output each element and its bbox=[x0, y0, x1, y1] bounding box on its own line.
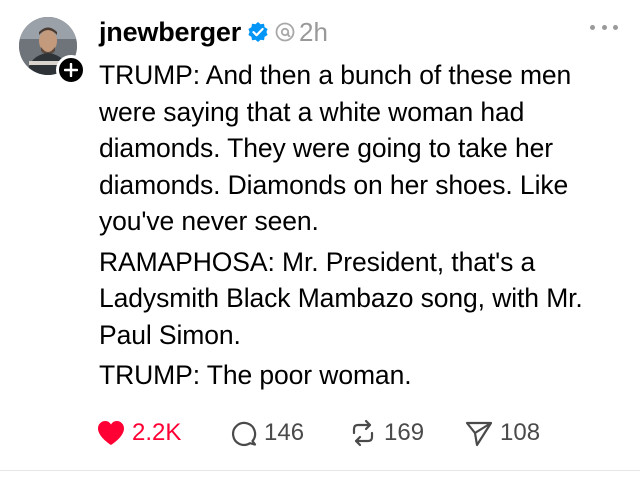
post-header: jnewberger 2h bbox=[99, 15, 328, 49]
post-paragraph: TRUMP: And then a bunch of these men wer… bbox=[99, 60, 572, 236]
share-button[interactable]: 108 bbox=[464, 419, 564, 447]
timestamp: 2h bbox=[299, 16, 328, 47]
thread-post: jnewberger 2h TRUMP: And then a bunch of… bbox=[0, 0, 640, 483]
more-icon[interactable] bbox=[590, 22, 618, 32]
divider bbox=[0, 470, 640, 471]
username[interactable]: jnewberger bbox=[99, 17, 241, 48]
post-body: TRUMP: And then a bunch of these men wer… bbox=[99, 57, 629, 398]
follow-plus-icon[interactable] bbox=[56, 55, 86, 85]
avatar-container[interactable] bbox=[19, 17, 86, 85]
reply-button[interactable]: 146 bbox=[230, 419, 348, 447]
share-count: 108 bbox=[500, 419, 541, 446]
repost-count: 169 bbox=[384, 419, 425, 446]
repost-icon bbox=[348, 419, 378, 447]
reply-icon bbox=[230, 419, 258, 447]
like-count: 2.2K bbox=[132, 419, 182, 446]
reply-count: 146 bbox=[264, 419, 305, 446]
verified-badge-icon bbox=[247, 21, 269, 43]
like-button[interactable]: 2.2K bbox=[96, 419, 230, 447]
action-bar: 2.2K 146 169 108 bbox=[96, 417, 564, 449]
share-icon bbox=[464, 419, 494, 447]
post-paragraph: RAMAPHOSA: Mr. President, that's a Ladys… bbox=[99, 246, 583, 350]
threads-icon bbox=[274, 21, 296, 43]
heart-icon bbox=[96, 419, 126, 447]
repost-button[interactable]: 169 bbox=[348, 419, 464, 447]
post-paragraph: TRUMP: The poor woman. bbox=[99, 360, 412, 390]
